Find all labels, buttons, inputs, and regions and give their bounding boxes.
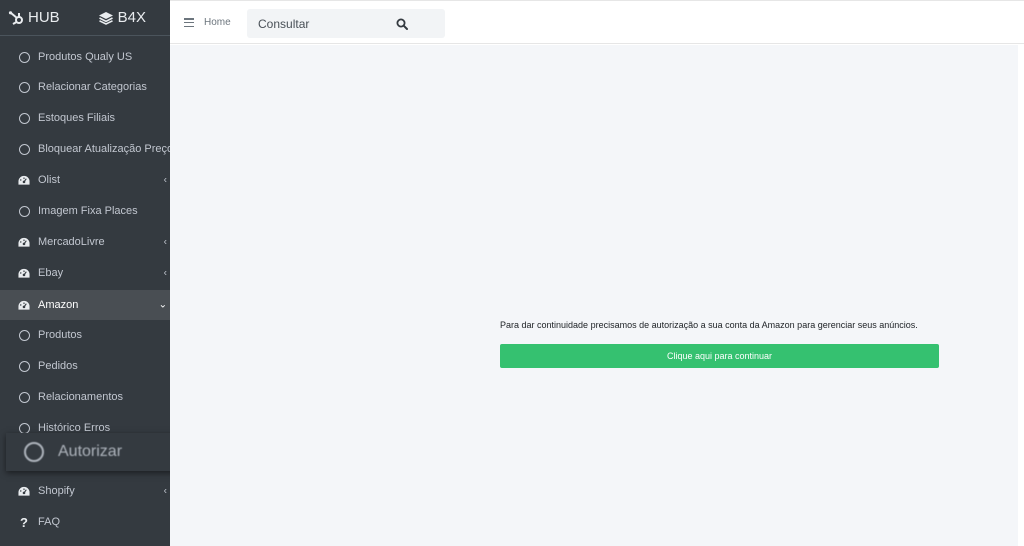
top-navbar: Home (170, 0, 1024, 44)
sidebar-item-label: Shopify (38, 485, 75, 497)
sidebar-item-shopify[interactable]: Shopify ‹ (0, 476, 170, 506)
sidebar-item-label: Autorizar (58, 443, 123, 460)
circle-icon (18, 112, 30, 124)
sidebar-item-relacionar-categorias[interactable]: Relacionar Categorias (0, 72, 170, 102)
right-edge (1018, 45, 1024, 546)
sidebar-item-label: Olist (38, 174, 60, 186)
hub-link[interactable]: HUB (8, 9, 60, 26)
b4x-label: B4X (117, 9, 147, 26)
sidebar-item-produtos[interactable]: Produtos (0, 320, 170, 350)
sidebar-item-autorizar[interactable]: Autorizar (6, 433, 191, 471)
sidebar-item-estoques-filiais[interactable]: Estoques Filiais (0, 103, 170, 133)
sidebar-item-imagem-fixa-places[interactable]: Imagem Fixa Places (0, 196, 170, 226)
hub-label: HUB (28, 9, 60, 26)
circle-icon (18, 143, 30, 155)
sidebar-item-bloquear-atualizacao-preco[interactable]: Bloquear Atualização Preço (0, 134, 170, 164)
hamburger-menu-icon[interactable] (184, 18, 194, 27)
home-link[interactable]: Home (204, 17, 231, 28)
sidebar-item-label: Bloquear Atualização Preço (38, 143, 170, 155)
sidebar-item-faq[interactable]: ? FAQ (0, 507, 170, 537)
dashboard-icon (18, 236, 30, 248)
dashboard-icon (18, 267, 30, 279)
sidebar-item-label: Pedidos (38, 360, 78, 372)
layers-icon (98, 11, 113, 25)
sidebar-item-label: Estoques Filiais (38, 112, 116, 124)
b4x-link[interactable]: B4X (98, 9, 146, 26)
chevron-left-icon: ‹ (163, 267, 167, 279)
search-icon (396, 18, 408, 30)
question-icon: ? (20, 514, 28, 530)
sidebar-item-label: Imagem Fixa Places (38, 205, 138, 217)
sidebar-item-label: Relacionar Categorias (38, 81, 147, 93)
sidebar-item-label: FAQ (38, 516, 61, 528)
hubspot-icon (8, 10, 23, 25)
circle-icon (18, 205, 30, 217)
sidebar-item-ebay[interactable]: Ebay ‹ (0, 258, 170, 288)
search-box (247, 9, 445, 38)
sidebar-item-label: Relacionamentos (38, 391, 123, 403)
dashboard-icon (18, 174, 30, 186)
sidebar-item-produtos-qualy-us[interactable]: Produtos Qualy US (0, 42, 170, 72)
authorization-message: Para dar continuidade precisamos de auto… (500, 320, 918, 330)
circle-icon (18, 360, 30, 372)
chevron-left-icon: ‹ (163, 485, 167, 497)
sidebar-item-pedidos[interactable]: Pedidos (0, 351, 170, 381)
sidebar-item-label: Produtos (38, 329, 83, 341)
app-root: HUB B4X Produtos Qualy US Relacionar Cate… (0, 0, 1024, 546)
content-area: Para dar continuidade precisamos de auto… (170, 45, 1018, 546)
search-input[interactable] (247, 9, 397, 38)
sidebar-item-label: Produtos Qualy US (38, 51, 133, 63)
circle-icon (18, 391, 30, 403)
dashboard-icon (18, 299, 30, 311)
search-button[interactable] (387, 9, 417, 38)
sidebar-item-relacionamentos[interactable]: Relacionamentos (0, 382, 170, 412)
circle-icon (18, 329, 30, 341)
circle-icon (18, 81, 30, 93)
sidebar-item-label: Ebay (38, 267, 64, 279)
circle-icon (24, 442, 44, 462)
sidebar-item-mercadolivre[interactable]: MercadoLivre ‹ (0, 227, 170, 257)
sidebar-item-label: MercadoLivre (38, 236, 105, 248)
brand-bar: HUB B4X (0, 0, 170, 36)
sidebar-item-olist[interactable]: Olist ‹ (0, 165, 170, 195)
sidebar-item-label: Amazon (38, 299, 79, 311)
chevron-left-icon: ‹ (163, 236, 167, 248)
circle-icon (18, 51, 30, 63)
sidebar-item-amazon[interactable]: Amazon ⌄ (0, 290, 170, 320)
chevron-down-icon: ⌄ (158, 299, 167, 311)
dashboard-icon (18, 485, 30, 497)
continue-button[interactable]: Clique aqui para continuar (500, 344, 939, 368)
chevron-left-icon: ‹ (163, 174, 167, 186)
